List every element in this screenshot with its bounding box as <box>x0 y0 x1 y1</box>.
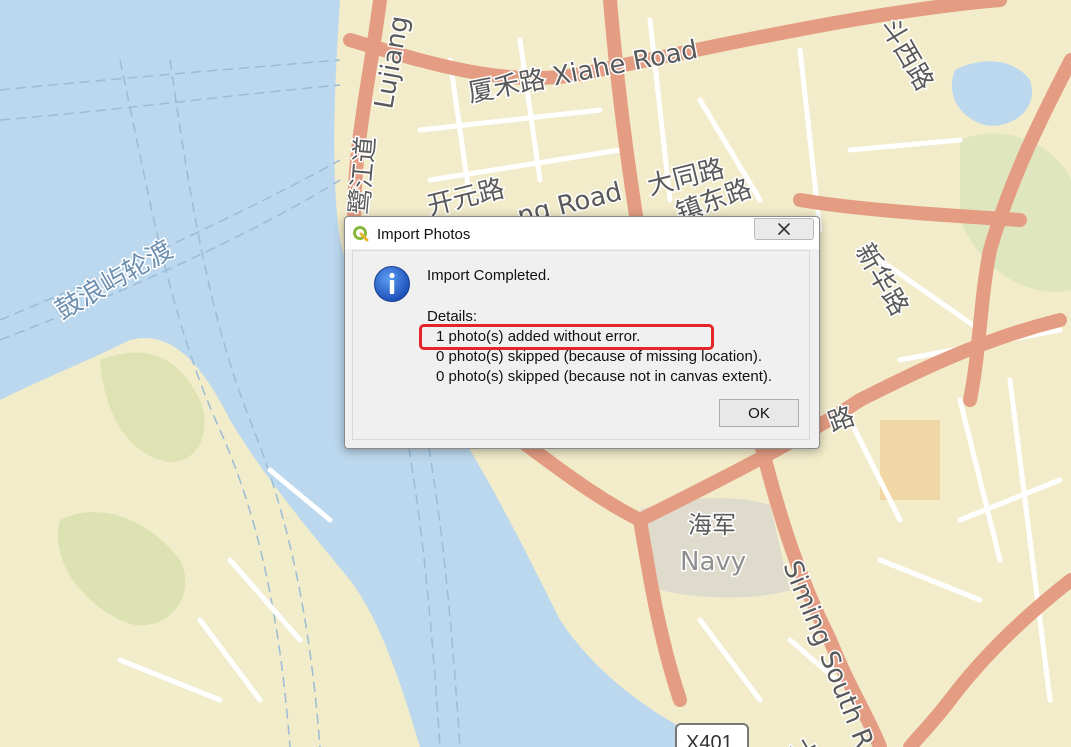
completion-message: Import Completed. <box>427 267 551 284</box>
route-shield-label: X401 <box>686 732 733 747</box>
parcel <box>880 420 940 500</box>
detail-line-out-of-extent: 0 photo(s) skipped (because not in canva… <box>436 368 773 385</box>
highlight-annotation <box>419 324 714 350</box>
ok-button[interactable]: OK <box>719 399 799 427</box>
label-navy-en: Navy <box>680 547 746 577</box>
qgis-icon <box>353 226 369 242</box>
label-ferry: 鼓浪屿轮渡 <box>51 235 179 326</box>
close-icon <box>778 223 790 235</box>
detail-line-missing-location: 0 photo(s) skipped (because of missing l… <box>436 348 763 365</box>
info-icon <box>374 266 410 302</box>
import-photos-dialog: Import Photos Import Completed. Details:… <box>344 216 820 449</box>
label-navy-cn: 海军 <box>688 511 736 539</box>
close-button[interactable] <box>754 218 814 240</box>
dialog-title: Import Photos <box>377 226 471 243</box>
title-bar[interactable]: Import Photos <box>345 217 819 249</box>
route-shield: X401 <box>675 723 749 747</box>
dialog-body: Import Completed. Details: 1 photo(s) ad… <box>352 250 810 440</box>
